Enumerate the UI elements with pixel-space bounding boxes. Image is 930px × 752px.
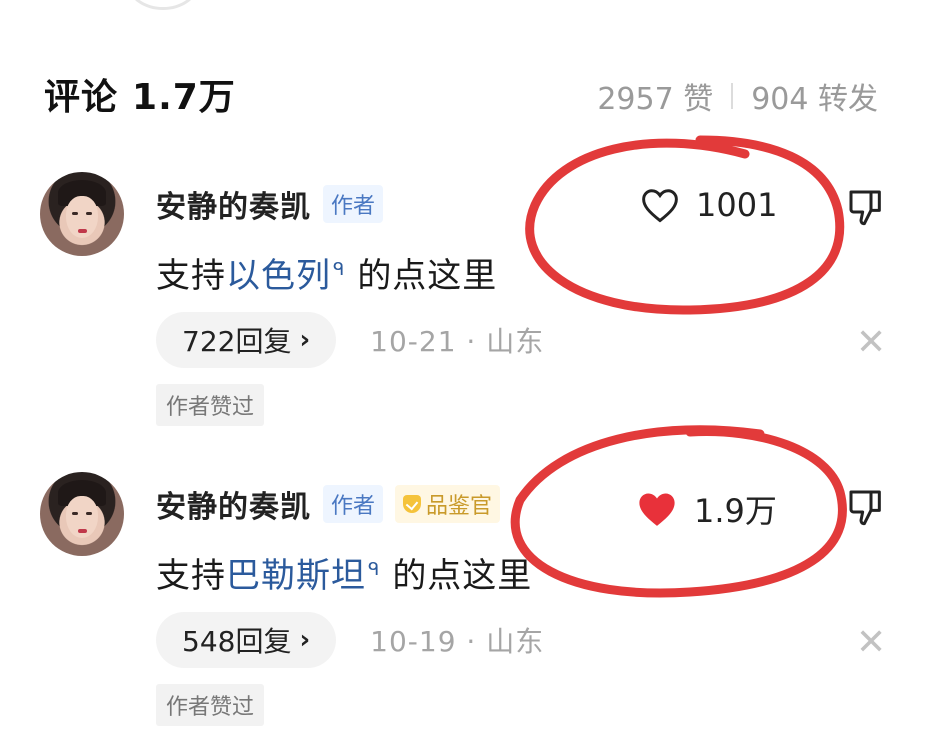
comments-header: 评论 1.7万 2957 赞 904 转发 <box>44 68 878 118</box>
username[interactable]: 安静的奏凯 <box>156 482 311 526</box>
author-badge: 作者 <box>323 485 384 523</box>
comment-time-location: 10-19 · 山东 <box>370 625 545 658</box>
like-count: 1.9万 <box>694 492 777 530</box>
critic-badge: 品鉴官 <box>395 485 501 523</box>
topic-link[interactable]: 巴勒斯坦 <box>226 556 366 596</box>
comment-text-before: 支持 <box>156 556 226 596</box>
topic-link[interactable]: 以色列 <box>226 256 331 296</box>
thumbs-down-icon <box>849 490 881 526</box>
like-button[interactable]: 1.9万 <box>636 486 777 532</box>
avatar[interactable] <box>40 172 124 256</box>
comment-text-before: 支持 <box>156 256 226 296</box>
like-count: 1001 <box>696 186 778 224</box>
replies-label: 548回复 <box>182 625 292 658</box>
comment-text: 支持以色列 ᑫ 的点这里 <box>156 248 497 297</box>
comment-item: 安静的奏凯 作者 1001 支持以色列 ᑫ 的点这里 722回复 › 10-21 ·… <box>0 172 930 452</box>
chevron-right-icon: › <box>299 325 311 355</box>
author-liked-tag: 作者赞过 <box>156 384 265 426</box>
replies-button[interactable]: 548回复 › <box>156 612 337 668</box>
replies-label: 722回复 <box>182 325 292 358</box>
comment-text-after: 的点这里 <box>392 556 533 596</box>
comment-time-location: 10-21 · 山东 <box>370 325 545 358</box>
heart-outline-icon <box>642 189 678 223</box>
comment-author-row: 安静的奏凯 作者 品鉴官 <box>156 482 501 526</box>
stats-divider <box>731 83 734 109</box>
comment-meta: 722回复 › 10-21 · 山东 <box>156 312 544 368</box>
replies-button[interactable]: 722回复 › <box>156 312 337 368</box>
author-liked-tag: 作者赞过 <box>156 684 265 726</box>
dislike-button[interactable] <box>846 186 886 232</box>
heart-filled-icon <box>639 493 675 526</box>
search-icon: ᑫ <box>368 558 381 580</box>
comment-meta: 548回复 › 10-19 · 山东 <box>156 612 544 668</box>
search-icon: ᑫ <box>333 258 346 280</box>
comment-text: 支持巴勒斯坦 ᑫ 的点这里 <box>156 548 532 597</box>
likes-count[interactable]: 2957 赞 <box>597 74 713 118</box>
comments-title-label: 评论 <box>44 77 119 118</box>
comment-text-after: 的点这里 <box>357 256 498 296</box>
close-icon[interactable]: ✕ <box>856 322 886 363</box>
comment-item: 安静的奏凯 作者 品鉴官 1.9万 支持巴勒斯坦 ᑫ 的点这里 548回复 › 10… <box>0 472 930 752</box>
author-badge: 作者 <box>323 185 384 223</box>
close-icon[interactable]: ✕ <box>856 622 886 663</box>
badge-check-icon <box>403 495 422 513</box>
thumbs-down-icon <box>849 190 881 226</box>
comments-count: 1.7万 <box>132 77 236 118</box>
post-stats: 2957 赞 904 转发 <box>597 74 878 118</box>
reposts-count[interactable]: 904 转发 <box>751 74 878 118</box>
avatar[interactable] <box>40 472 124 556</box>
username[interactable]: 安静的奏凯 <box>156 182 311 226</box>
comment-author-row: 安静的奏凯 作者 <box>156 182 384 226</box>
comments-title: 评论 1.7万 <box>44 68 236 120</box>
avatar-edge-decoration <box>128 0 198 10</box>
critic-badge-label: 品鉴官 <box>426 494 493 519</box>
dislike-button[interactable] <box>846 486 886 532</box>
chevron-right-icon: › <box>299 625 311 655</box>
like-button[interactable]: 1001 <box>640 186 777 224</box>
